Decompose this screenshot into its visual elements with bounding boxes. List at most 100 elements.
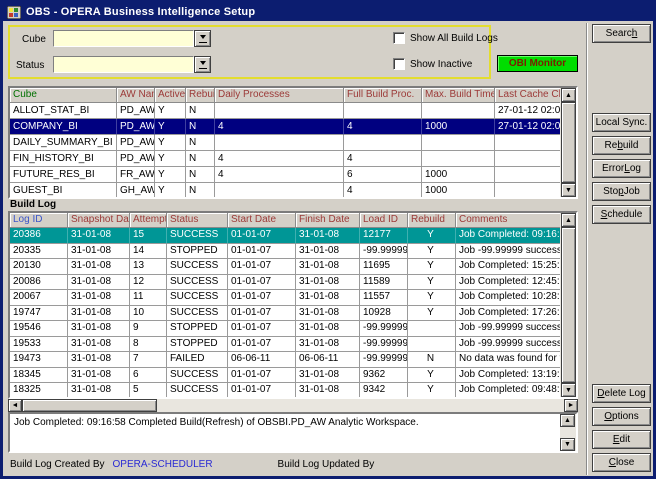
table-cell: 01-01-07 xyxy=(228,228,296,244)
column-header[interactable]: Full Build Proc. xyxy=(344,88,422,103)
table-row[interactable]: 1834531-01-086SUCCESS01-01-0731-01-08936… xyxy=(10,368,576,384)
build-log-hscrollbar[interactable] xyxy=(8,399,578,412)
table-cell xyxy=(344,103,422,119)
obi-monitor-button[interactable]: OBI Monitor xyxy=(497,55,578,72)
table-cell: 31-01-08 xyxy=(296,244,360,260)
column-header[interactable]: Cube xyxy=(10,88,117,103)
column-header[interactable]: Start Date xyxy=(228,213,296,228)
table-cell: Y xyxy=(155,167,186,183)
stop-job-button[interactable]: Stop Job xyxy=(592,182,651,201)
edit-button[interactable]: Edit xyxy=(592,430,651,449)
column-header[interactable]: Last Cache Clear xyxy=(495,88,564,103)
table-cell: 18345 xyxy=(10,368,68,384)
table-cell: 6 xyxy=(344,167,422,183)
column-header[interactable]: Rebuild xyxy=(408,213,456,228)
table-cell: 31-01-08 xyxy=(68,306,130,322)
table-cell: Y xyxy=(408,259,456,275)
table-row[interactable]: COMPANY_BIPD_AWYN44100027-01-12 02:05 PM xyxy=(10,119,576,135)
scroll-down-icon[interactable] xyxy=(560,438,575,451)
table-cell: Y xyxy=(408,275,456,291)
schedule-button[interactable]: Schedule xyxy=(592,205,651,224)
options-button[interactable]: Options xyxy=(592,407,651,426)
rebuild-button[interactable]: Rebuild xyxy=(592,136,651,155)
table-row[interactable]: 1953331-01-088STOPPED01-01-0731-01-08-99… xyxy=(10,337,576,353)
table-row[interactable]: DAILY_SUMMARY_BIPD_AWYN xyxy=(10,135,576,151)
search-button[interactable]: Search xyxy=(592,24,651,43)
table-row[interactable]: 1974731-01-0810SUCCESS01-01-0731-01-0810… xyxy=(10,306,576,322)
table-cell: 31-01-08 xyxy=(296,337,360,353)
column-header[interactable]: Daily Processes xyxy=(215,88,344,103)
table-row[interactable]: 2006731-01-0811SUCCESS01-01-0731-01-0811… xyxy=(10,290,576,306)
table-row[interactable]: FUTURE_RES_BIFR_AWYN461000 xyxy=(10,167,576,183)
delete-log-button[interactable]: Delete Log xyxy=(592,384,651,403)
cube-table-scrollbar[interactable] xyxy=(560,88,576,197)
table-row[interactable]: 2033531-01-0814STOPPED01-01-0731-01-08-9… xyxy=(10,244,576,260)
dropdown-arrow-icon xyxy=(200,61,206,68)
error-log-button[interactable]: Error Log xyxy=(592,159,651,178)
column-header[interactable]: Log ID xyxy=(10,213,68,228)
table-cell: 4 xyxy=(344,119,422,135)
column-header[interactable]: Comments xyxy=(456,213,564,228)
table-cell: 11695 xyxy=(360,259,408,275)
table-cell: ALLOT_STAT_BI xyxy=(10,103,117,119)
table-row[interactable]: FIN_HISTORY_BIPD_AWYN44 xyxy=(10,151,576,167)
table-cell: 31-01-08 xyxy=(296,275,360,291)
status-lov-button[interactable] xyxy=(194,56,211,73)
table-row[interactable]: 2008631-01-0812SUCCESS01-01-0731-01-0811… xyxy=(10,275,576,291)
build-log-scrollbar[interactable] xyxy=(560,213,576,397)
comment-scrollbar[interactable] xyxy=(560,414,576,451)
scroll-left-icon[interactable] xyxy=(8,399,22,412)
column-header[interactable]: Status xyxy=(167,213,228,228)
column-header[interactable]: Load ID xyxy=(360,213,408,228)
column-header[interactable]: AW Name xyxy=(117,88,155,103)
scroll-down-icon[interactable] xyxy=(561,183,576,197)
title-bar[interactable]: OBS - OPERA Business Intelligence Setup xyxy=(3,3,653,21)
scroll-right-icon[interactable] xyxy=(564,399,578,412)
table-cell: 9342 xyxy=(360,383,408,399)
column-header[interactable]: Attempt xyxy=(130,213,167,228)
status-field-label: Status xyxy=(16,60,44,71)
table-cell: No data was found for the s xyxy=(456,352,564,368)
cube-input[interactable] xyxy=(53,30,194,47)
column-header[interactable]: Finish Date xyxy=(296,213,360,228)
scroll-up-icon[interactable] xyxy=(561,88,576,102)
table-cell xyxy=(495,183,564,199)
table-cell: 4 xyxy=(215,167,344,183)
table-cell: 20067 xyxy=(10,290,68,306)
updated-by-label: Build Log Updated By xyxy=(278,459,375,470)
table-cell: 31-01-08 xyxy=(68,259,130,275)
column-header[interactable]: Max. Build Time xyxy=(422,88,495,103)
scroll-thumb[interactable] xyxy=(561,102,576,183)
table-cell: 12177 xyxy=(360,228,408,244)
close-button[interactable]: Close xyxy=(592,453,651,472)
table-cell: 6 xyxy=(130,368,167,384)
comment-box[interactable]: Job Completed: 09:16:58 Completed Build(… xyxy=(8,412,578,453)
table-cell: Job Completed: 09:16:58 C xyxy=(456,228,564,244)
table-row[interactable]: 1832531-01-085SUCCESS01-01-0731-01-08934… xyxy=(10,383,576,399)
table-row[interactable]: 1947331-01-087FAILED06-06-1106-06-11-99.… xyxy=(10,352,576,368)
status-input[interactable] xyxy=(53,56,194,73)
show-all-build-logs-checkbox[interactable] xyxy=(393,32,405,44)
table-cell: Job -99.99999 successfully xyxy=(456,321,564,337)
local-sync-button[interactable]: Local Sync. xyxy=(592,113,651,132)
table-row[interactable]: ALLOT_STAT_BIPD_AWYN27-01-12 02:05 PM xyxy=(10,103,576,119)
table-row[interactable]: 2013031-01-0813SUCCESS01-01-0731-01-0811… xyxy=(10,259,576,275)
cube-field-label: Cube xyxy=(22,34,46,45)
scroll-up-icon[interactable] xyxy=(561,213,576,227)
scroll-thumb[interactable] xyxy=(561,227,576,383)
table-cell: 11589 xyxy=(360,275,408,291)
dropdown-arrow-bar xyxy=(199,68,207,69)
column-header[interactable]: Active xyxy=(155,88,186,103)
scroll-down-icon[interactable] xyxy=(561,383,576,397)
scroll-thumb[interactable] xyxy=(22,399,157,412)
table-cell: 31-01-08 xyxy=(296,383,360,399)
table-row[interactable]: 2038631-01-0815SUCCESS01-01-0731-01-0812… xyxy=(10,228,576,244)
column-header[interactable]: Rebuild xyxy=(186,88,215,103)
cube-lov-button[interactable] xyxy=(194,30,211,47)
column-header[interactable]: Snapshot Date xyxy=(68,213,130,228)
table-row[interactable]: GUEST_BIGH_AWYN41000 xyxy=(10,183,576,199)
table-cell: 4 xyxy=(344,151,422,167)
scroll-up-icon[interactable] xyxy=(560,414,575,427)
show-inactive-checkbox[interactable] xyxy=(393,58,405,70)
table-row[interactable]: 1954631-01-089STOPPED01-01-0731-01-08-99… xyxy=(10,321,576,337)
